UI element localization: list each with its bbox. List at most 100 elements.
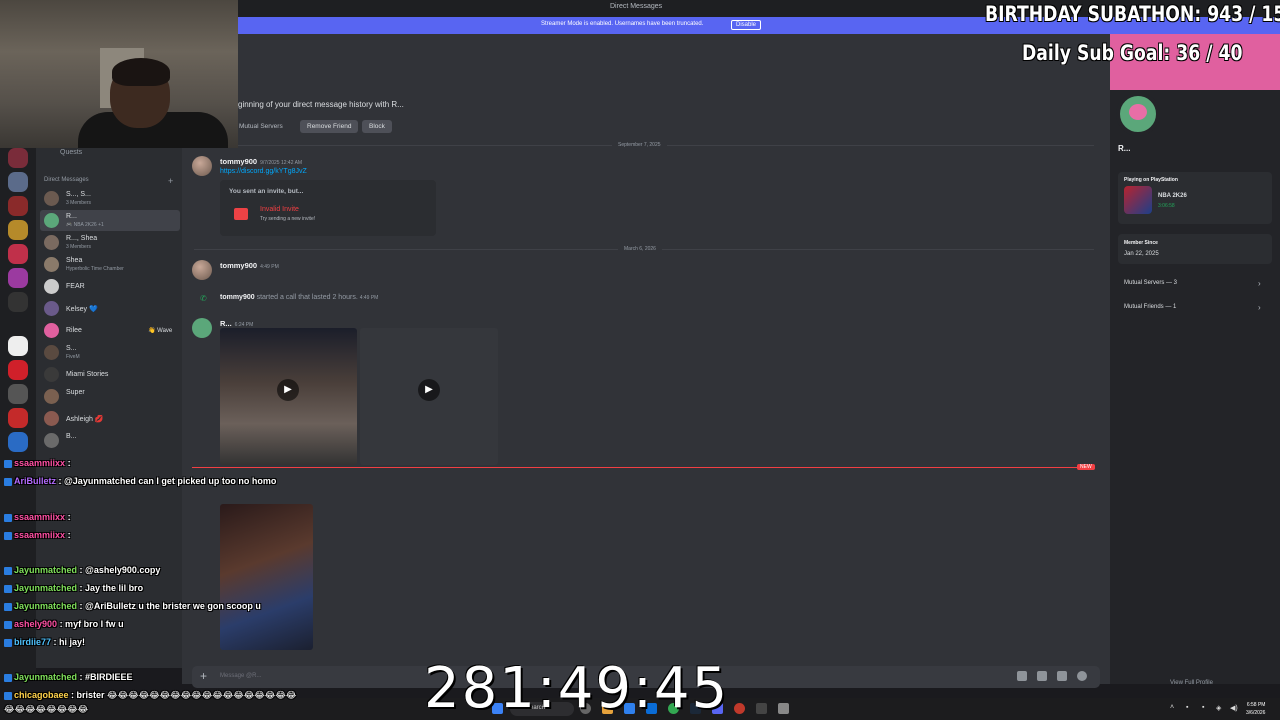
video-attachment[interactable] (220, 504, 313, 650)
chat-line: 😂😂😂😂😂😂😂😂 (4, 704, 89, 714)
chat-line: chicagobaee : brister 😂😂😂😂😂😂😂😂😂😂😂😂😂😂😂😂😂😂 (4, 690, 296, 701)
quests-link[interactable]: Quests (60, 149, 82, 156)
taskbar-clock[interactable]: 6:58 PM 3/6/2026 (1246, 701, 1265, 717)
dm-history-start: ginning of your direct message history w… (238, 100, 404, 109)
server-icon[interactable] (8, 408, 28, 428)
avatar (44, 323, 59, 338)
profile-name: R... (1118, 144, 1131, 153)
avatar (44, 367, 59, 382)
playing-label: Playing on PlayStation (1124, 177, 1178, 183)
dm-name: S..., S... (66, 191, 91, 198)
server-icon[interactable] (8, 220, 28, 240)
date-label: September 7, 2025 (612, 142, 667, 148)
create-dm-icon[interactable]: + (168, 176, 173, 186)
video-attachment[interactable]: ▶ (360, 328, 498, 465)
dm-item[interactable]: S... FiveM (40, 342, 180, 363)
dm-item[interactable]: FEAR (40, 276, 180, 297)
volume-icon[interactable]: ◀) (1230, 704, 1238, 712)
chevron-right-icon: › (1258, 303, 1261, 312)
composer-placeholder: Message @R... (220, 673, 262, 679)
dm-name: Miami Stories (66, 371, 109, 378)
dm-item[interactable]: Ashleigh 💋 (40, 408, 180, 429)
server-icon[interactable] (8, 172, 28, 192)
dm-name: Ashleigh 💋 (66, 416, 104, 423)
gif-icon[interactable] (1037, 671, 1047, 681)
mutual-servers-row[interactable]: Mutual Servers — 3 (1124, 280, 1177, 286)
dm-item[interactable]: R..., Shea 3 Members (40, 232, 180, 253)
dm-item[interactable]: Super (40, 386, 180, 407)
profile-avatar[interactable] (1116, 92, 1160, 136)
chat-line: Jayunmatched : #BIRDIEEE (4, 672, 133, 682)
server-icon[interactable] (8, 196, 28, 216)
avatar (44, 411, 59, 426)
new-messages-line (192, 467, 1094, 468)
invite-card: You sent an invite, but... Invalid Invit… (220, 180, 436, 236)
avatar (44, 433, 59, 448)
network-icon[interactable]: ◈ (1216, 704, 1221, 712)
dm-name: R..., Shea (66, 235, 98, 242)
server-icon[interactable] (8, 268, 28, 288)
obs-icon[interactable] (734, 703, 745, 714)
subathon-counter: BIRTHDAY SUBATHON: 943 / 1500 (985, 2, 1280, 26)
dm-item[interactable]: Rilee 👋 Wave (40, 320, 180, 341)
dm-item[interactable]: Shea Hyperbolic Time Chamber (40, 254, 180, 275)
invite-link[interactable]: https://discord.gg/kYTg8JvZ (220, 168, 307, 175)
app-icon[interactable] (756, 703, 767, 714)
avatar (44, 301, 59, 316)
dm-name: B... (66, 433, 77, 440)
block-button[interactable]: Block (362, 120, 392, 133)
remove-friend-button[interactable]: Remove Friend (300, 120, 359, 133)
dm-item[interactable]: Miami Stories (40, 364, 180, 385)
avatar (44, 235, 59, 250)
server-icon[interactable] (8, 244, 28, 264)
play-icon[interactable]: ▶ (418, 379, 440, 401)
date-label: March 6, 2026 (618, 246, 662, 252)
dm-item-active[interactable]: R... 🎮 NBA 2K26 +1 (40, 210, 180, 231)
member-since-label: Member Since (1124, 240, 1158, 246)
daily-sub-goal: Daily Sub Goal: 36 / 40 (1022, 41, 1243, 65)
server-icon[interactable] (8, 336, 28, 356)
message-author: tommy900 9/7/2025 12:42 AM (220, 157, 303, 166)
add-attachment-icon[interactable]: + (200, 669, 207, 683)
avatar (192, 156, 212, 176)
play-icon[interactable]: ▶ (277, 379, 299, 401)
dm-item[interactable]: Kelsey 💙 (40, 298, 180, 319)
sticker-icon[interactable] (1057, 671, 1067, 681)
streamer-mode-message: Streamer Mode is enabled. Usernames have… (541, 21, 704, 27)
game-art (1124, 186, 1152, 214)
game-name: NBA 2K26 (1158, 193, 1187, 199)
invite-heading: Invalid Invite (260, 206, 299, 213)
server-icon[interactable] (8, 384, 28, 404)
emoji-icon[interactable] (1077, 671, 1087, 681)
dm-sub: 🎮 NBA 2K26 +1 (66, 222, 104, 228)
tray-app-icon[interactable]: ▪ (1202, 704, 1204, 711)
dm-item[interactable]: S..., S... 3 Members (40, 188, 180, 209)
settings-icon[interactable] (778, 703, 789, 714)
view-full-profile-link[interactable]: View Full Profile (1170, 680, 1213, 686)
dm-name: Super (66, 389, 85, 396)
tray-app-icon[interactable]: ▪ (1186, 704, 1188, 711)
dm-sub: Hyperbolic Time Chamber (66, 266, 124, 272)
dm-sub: 3 Members (66, 200, 92, 206)
avatar (44, 345, 59, 360)
dm-item[interactable]: B... (40, 430, 180, 451)
server-icon[interactable] (8, 292, 28, 312)
server-icon[interactable] (8, 148, 28, 168)
video-attachment[interactable]: ▶ (220, 328, 357, 465)
server-icon[interactable] (8, 432, 28, 452)
disable-streamer-mode-button[interactable]: Disable (731, 20, 762, 30)
dm-name: S... (66, 345, 77, 352)
chat-line: ashely900 : myf bro I fw u (4, 619, 124, 629)
dm-name: FEAR (66, 283, 85, 290)
tray-chevron-icon[interactable]: ˄ (1170, 704, 1174, 711)
wave-button[interactable]: 👋 Wave (148, 327, 172, 334)
message-author: R... 6:24 PM (220, 319, 254, 328)
mutual-servers-tab[interactable]: Mutual Servers (232, 120, 290, 133)
dm-name: R... (66, 213, 77, 220)
server-rail (0, 140, 36, 680)
mutual-friends-row[interactable]: Mutual Friends — 1 (1124, 304, 1176, 310)
gift-icon[interactable] (1017, 671, 1027, 681)
server-icon[interactable] (8, 360, 28, 380)
avatar (44, 191, 59, 206)
avatar (192, 318, 212, 338)
